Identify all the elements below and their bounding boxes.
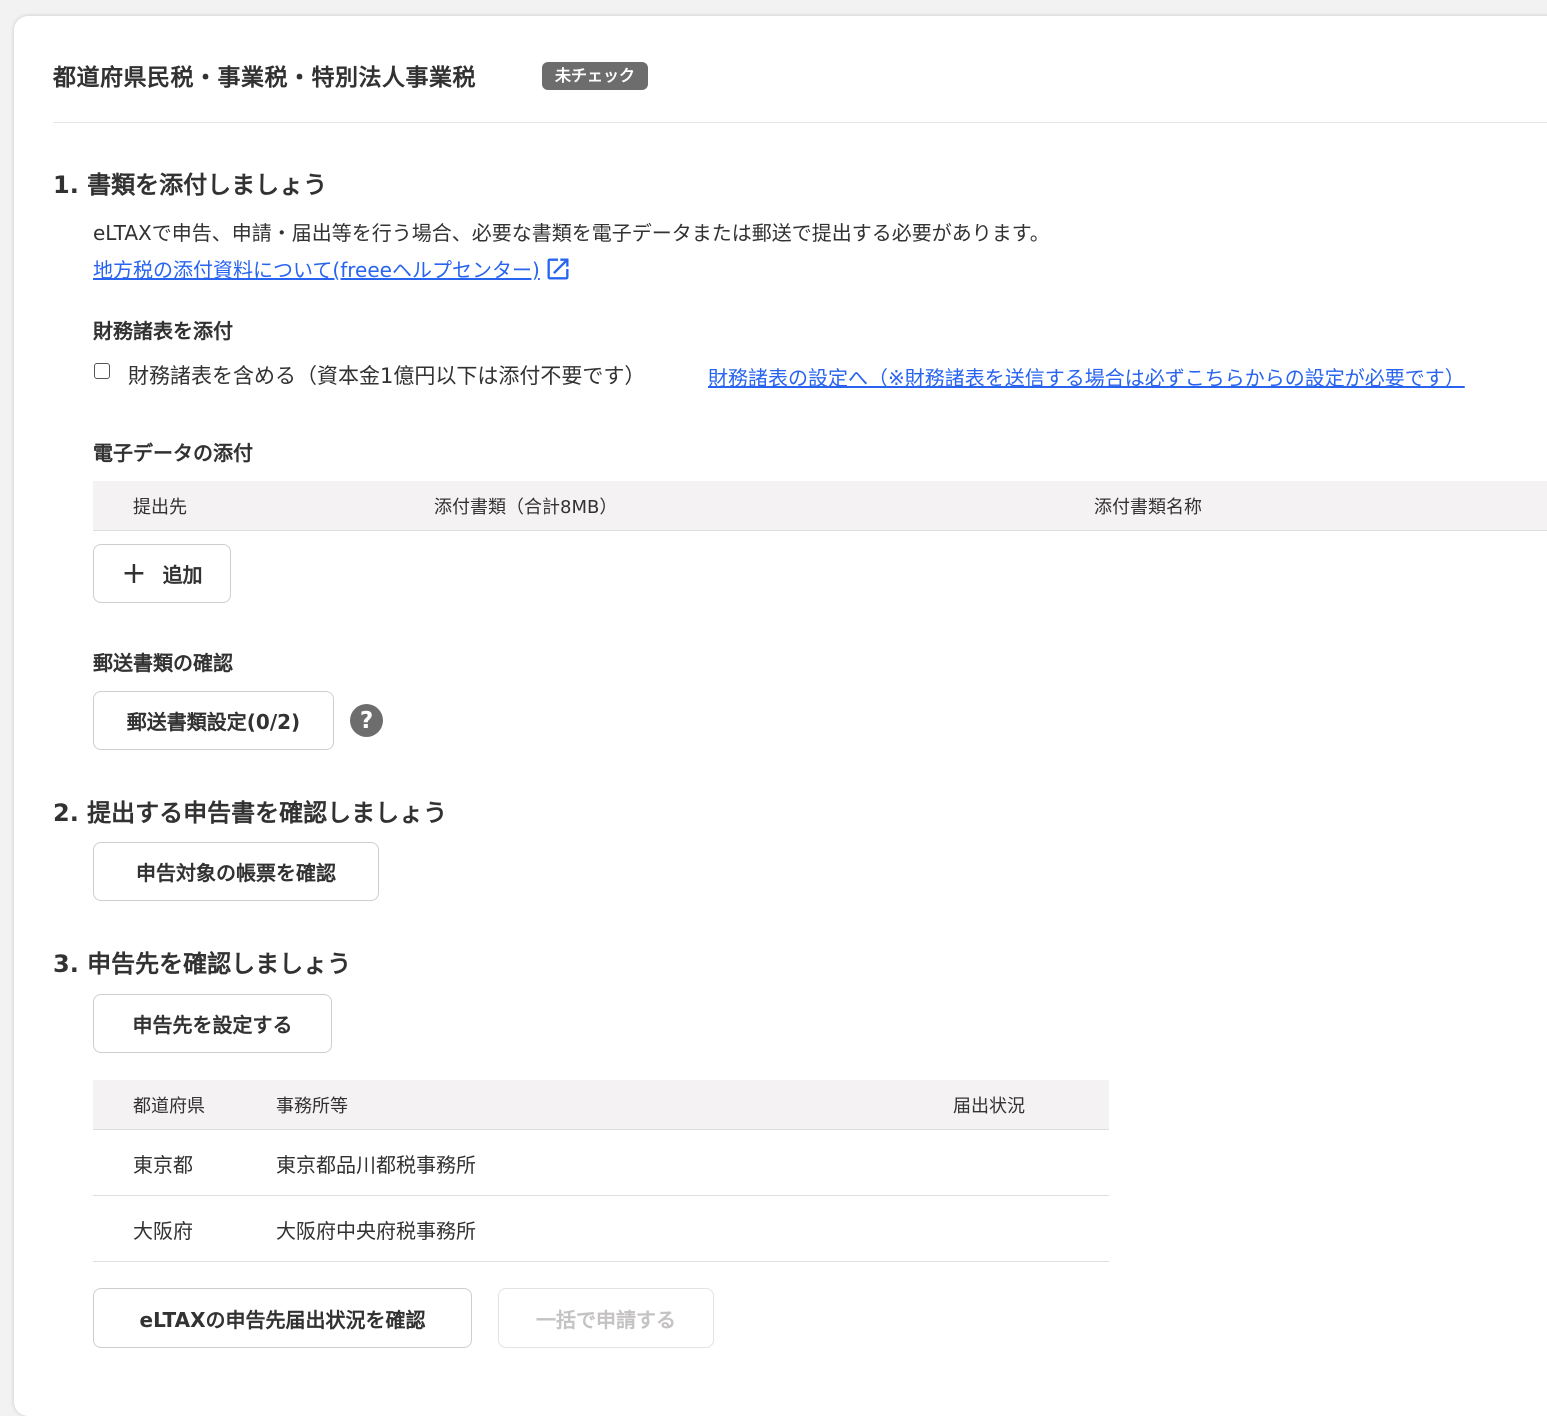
row-divider [93, 1261, 1109, 1262]
section-1-title: 1. 書類を添付しましょう [53, 171, 328, 199]
financial-settings-link[interactable]: 財務諸表の設定へ（※財務諸表を送信する場合は必ずこちらからの設定が必要です） [708, 362, 1465, 391]
row-2-prefecture: 大阪府 [133, 1219, 193, 1243]
question-icon[interactable]: ? [350, 704, 383, 737]
add-button-label: 追加 [162, 563, 203, 587]
row-1-office: 東京都品川都税事務所 [276, 1153, 476, 1177]
help-center-link[interactable]: 地方税の添付資料について(freeeヘルプセンター) [93, 254, 572, 283]
status-badge: 未チェック [542, 62, 649, 90]
column-header-prefecture: 都道府県 [133, 1096, 205, 1117]
page-title: 都道府県民税・事業税・特別法人事業税 [53, 65, 476, 91]
plus-icon: + [121, 555, 147, 591]
header-divider [53, 122, 1547, 123]
set-destination-button[interactable]: 申告先を設定する [93, 994, 332, 1053]
section-3-title: 3. 申告先を確認しましょう [53, 950, 352, 978]
bulk-submit-button[interactable]: 一括で申請する [498, 1288, 714, 1348]
section-2-title: 2. 提出する申告書を確認しましょう [53, 799, 448, 827]
column-header-attachments: 添付書類（合計8MB） [434, 497, 618, 518]
financial-statements-title: 財務諸表を添付 [93, 319, 233, 343]
include-financial-statements-label[interactable]: 財務諸表を含める（資本金1億円以下は添付不要です） [128, 360, 645, 390]
confirm-forms-button-label: 申告対象の帳票を確認 [136, 861, 336, 885]
include-financial-statements-checkbox[interactable] [94, 363, 110, 379]
help-center-link-text[interactable]: 地方税の添付資料について(freeeヘルプセンター) [93, 254, 540, 283]
mail-documents-title: 郵送書類の確認 [93, 651, 233, 675]
attachments-table-header [93, 481, 1547, 531]
row-1-prefecture: 東京都 [133, 1153, 193, 1177]
check-eltax-status-button-label: eLTAXの申告先届出状況を確認 [139, 1307, 426, 1332]
row-divider [93, 1195, 1109, 1196]
set-destination-button-label: 申告先を設定する [132, 1013, 293, 1037]
external-link-icon [547, 258, 569, 279]
mail-documents-settings-button[interactable]: 郵送書類設定(0/2) [93, 691, 334, 750]
column-header-status: 届出状況 [953, 1096, 1025, 1117]
column-header-attachment-name: 添付書類名称 [1094, 497, 1202, 518]
question-symbol: ? [359, 707, 374, 734]
add-attachment-button[interactable]: + 追加 [93, 544, 231, 603]
electronic-data-title: 電子データの添付 [93, 441, 253, 465]
row-2-office: 大阪府中央府税事務所 [276, 1219, 476, 1243]
column-header-destination: 提出先 [133, 497, 187, 518]
section-1-description: eLTAXで申告、申請・届出等を行う場合、必要な書類を電子データまたは郵送で提出… [93, 221, 1050, 245]
column-header-office: 事務所等 [276, 1096, 348, 1117]
confirm-forms-button[interactable]: 申告対象の帳票を確認 [93, 842, 379, 901]
bulk-submit-button-label: 一括で申請する [536, 1307, 676, 1332]
mail-documents-button-label: 郵送書類設定(0/2) [126, 710, 301, 734]
check-eltax-status-button[interactable]: eLTAXの申告先届出状況を確認 [93, 1288, 472, 1348]
